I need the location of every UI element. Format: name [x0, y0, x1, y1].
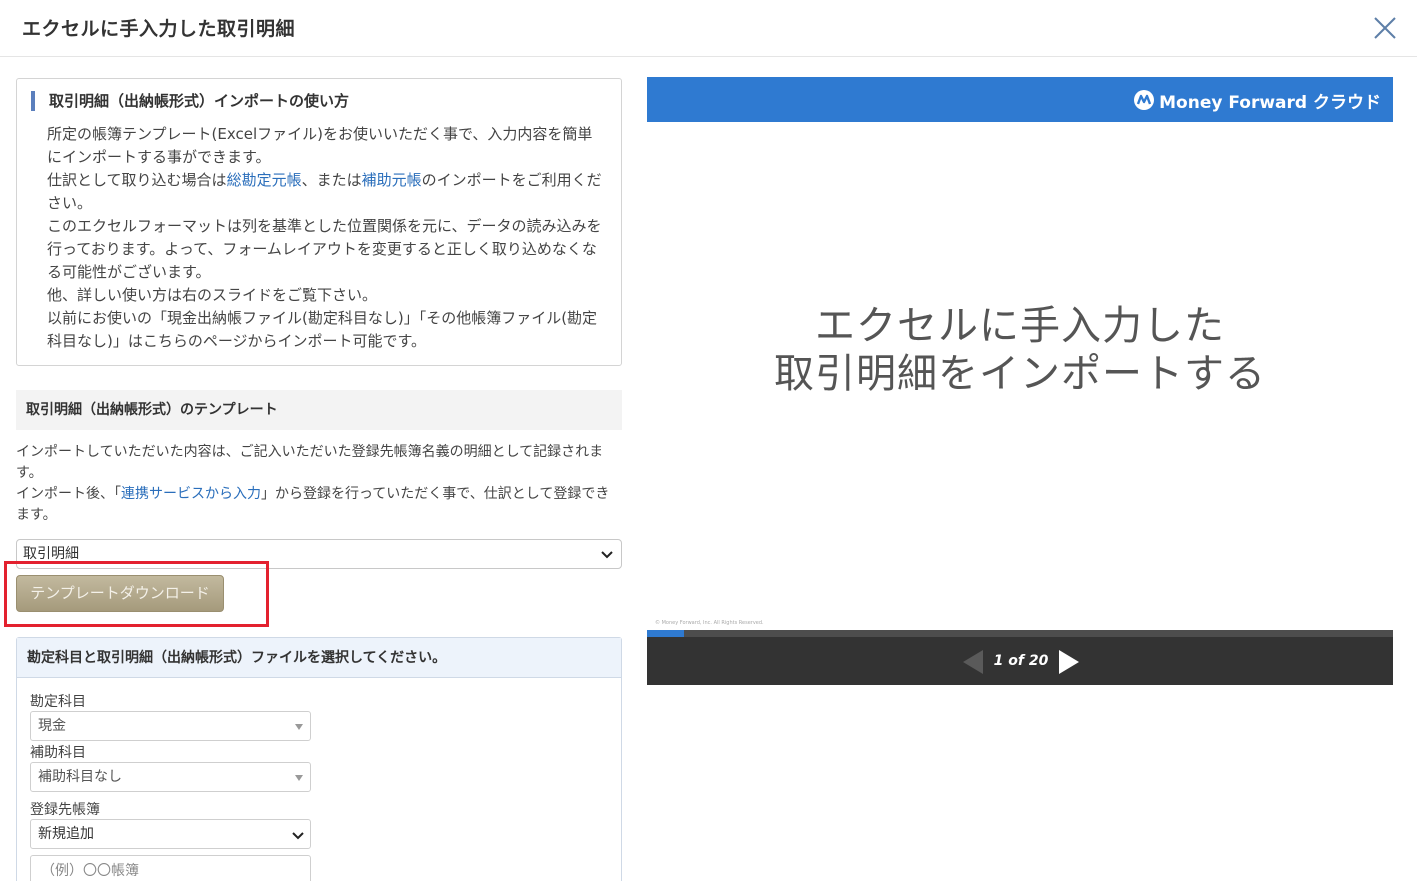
sub-account-select-value: 補助科目なし	[38, 769, 122, 785]
slide-viewer: Money Forward クラウド エクセルに手入力した 取引明細をインポート…	[647, 77, 1393, 685]
slide-title: エクセルに手入力した 取引明細をインポートする	[647, 302, 1393, 398]
dialog-header: エクセルに手入力した取引明細 ×	[0, 0, 1417, 57]
sub-account-label: 補助科目	[30, 745, 86, 761]
brand-logo: Money Forward クラウド	[1133, 89, 1381, 113]
chevron-down-icon	[292, 832, 304, 840]
template-desc-line: インポートしていただいた内容は、ご記入いただいた登録先帳簿名義の明細として記録さ…	[16, 444, 604, 481]
triangle-left-icon	[963, 650, 983, 674]
file-panel-heading: 勘定科目と取引明細（出納帳形式）ファイルを選択してください。	[17, 638, 621, 678]
previous-slide-button[interactable]	[961, 649, 985, 675]
usage-paragraph: 他、詳しい使い方は右のスライドをご覧下さい。	[47, 286, 378, 304]
usage-text: 、または	[301, 171, 362, 189]
account-label: 勘定科目	[30, 694, 86, 710]
usage-paragraph: このエクセルフォーマットは列を基準とした位置関係を元に、データの読み込みを行って…	[47, 217, 602, 281]
usage-title: 取引明細（出納帳形式）インポートの使い方	[31, 91, 349, 111]
template-section-description: インポートしていただいた内容は、ご記入いただいた登録先帳簿名義の明細として記録さ…	[16, 442, 622, 526]
template-select-value: 取引明細	[23, 546, 79, 562]
linked-service-input-link[interactable]: 連携サービスから入力	[121, 486, 261, 502]
slide-progress-fill	[647, 630, 685, 637]
triangle-right-icon	[1059, 650, 1079, 674]
slide-controls: 1 of 20	[647, 637, 1393, 685]
ledger-name-placeholder: （例）〇〇帳簿	[41, 863, 139, 879]
slide-progress-bar	[647, 630, 1393, 637]
usage-instructions-panel: 取引明細（出納帳形式）インポートの使い方 所定の帳簿テンプレート(Excelファ…	[16, 78, 622, 366]
dialog-title: エクセルに手入力した取引明細	[22, 18, 296, 40]
file-selection-panel: 勘定科目と取引明細（出納帳形式）ファイルを選択してください。 勘定科目 現金 補…	[16, 637, 622, 881]
sub-ledger-link[interactable]: 補助元帳	[362, 171, 422, 189]
template-desc-line: インポート後、「連携サービスから入力」から登録を行っていただく事で、仕訳として登…	[16, 484, 622, 526]
slide-title-line: エクセルに手入力した	[815, 303, 1225, 349]
slide-counter: 1 of 20	[993, 653, 1049, 669]
slide-title-line: 取引明細をインポートする	[774, 351, 1266, 397]
brand-name: Money Forward クラウド	[1159, 92, 1381, 113]
account-select[interactable]: 現金	[30, 711, 311, 741]
template-desc-text: インポート後、「	[16, 486, 121, 502]
next-slide-button[interactable]	[1057, 649, 1081, 675]
money-forward-logo-icon	[1134, 90, 1155, 110]
usage-body: 所定の帳簿テンプレート(Excelファイル)をお使いいただく事で、入力内容を簡単…	[47, 123, 607, 353]
chevron-down-icon	[601, 551, 613, 559]
close-icon	[1374, 17, 1396, 39]
ledger-name-input[interactable]: （例）〇〇帳簿	[30, 855, 311, 881]
slide-copyright: © Money Forward, Inc. All Rights Reserve…	[655, 620, 764, 626]
template-section-heading: 取引明細（出納帳形式）のテンプレート	[16, 390, 622, 430]
close-button[interactable]: ×	[1372, 15, 1398, 41]
ledger-select[interactable]: 新規追加	[30, 819, 311, 849]
usage-paragraph: 所定の帳簿テンプレート(Excelファイル)をお使いいただく事で、入力内容を簡単…	[47, 125, 593, 166]
usage-paragraph: 以前にお使いの「現金出納帳ファイル(勘定科目なし)」「その他帳簿ファイル(勘定科…	[47, 309, 598, 350]
dropdown-arrow-icon	[295, 724, 303, 730]
dropdown-arrow-icon	[295, 775, 303, 781]
ledger-select-value: 新規追加	[38, 826, 94, 842]
slide-brand-bar: Money Forward クラウド	[647, 77, 1393, 122]
usage-text: 仕訳として取り込む場合は	[47, 171, 227, 189]
slide-content: エクセルに手入力した 取引明細をインポートする © Money Forward,…	[647, 122, 1393, 630]
sub-account-select[interactable]: 補助科目なし	[30, 762, 311, 792]
general-ledger-link[interactable]: 総勘定元帳	[227, 171, 302, 189]
usage-paragraph: 仕訳として取り込む場合は総勘定元帳、または補助元帳のインポートをご利用ください。	[47, 169, 607, 215]
account-select-value: 現金	[38, 718, 66, 734]
ledger-label: 登録先帳簿	[30, 802, 100, 818]
highlight-annotation	[4, 561, 269, 627]
